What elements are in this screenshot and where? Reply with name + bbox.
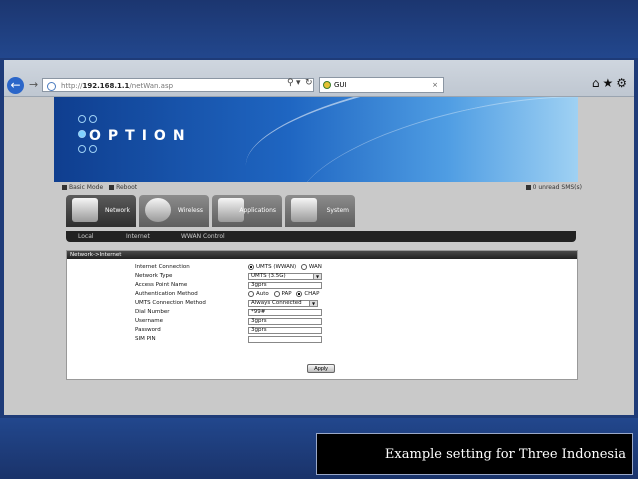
radio-wan[interactable]: [300, 263, 307, 270]
address-bar[interactable]: http://192.168.1.1/netWan.asp: [42, 78, 314, 92]
logo-dot-icon: [78, 130, 86, 138]
radio-chap-label: CHAP: [304, 291, 320, 297]
status-line: Basic Mode Reboot 0 unread SMS(s): [62, 183, 582, 193]
conn-method-label: UMTS Connection Method: [135, 300, 206, 306]
basic-mode-icon: [62, 185, 67, 190]
tab-network-label: Network: [104, 207, 130, 214]
internet-connection-options: UMTS (WWAN) WAN: [248, 263, 322, 272]
conn-method-selected: Always Connected: [251, 300, 302, 306]
sms-icon: [525, 185, 531, 190]
auth-method-row: Authentication Method Auto PAP CHAP: [67, 290, 577, 299]
subnav-item-wwan-control[interactable]: WWAN Control: [181, 231, 225, 242]
conn-method-row: UMTS Connection Method Always Connected …: [67, 299, 577, 308]
apn-row: Access Point Name 3gprs: [67, 281, 577, 290]
apn-input[interactable]: 3gprs: [248, 282, 322, 289]
tab-wireless-label: Wireless: [177, 207, 203, 214]
network-type-row: Network Type UMTS (3.5G) ▼: [67, 272, 577, 281]
radio-pap[interactable]: [273, 290, 280, 297]
dial-number-input[interactable]: *99#: [248, 309, 322, 316]
network-type-select[interactable]: UMTS (3.5G) ▼: [248, 273, 322, 280]
radio-chap[interactable]: [296, 290, 303, 297]
main-nav-tabs: Network Wireless Applications System: [66, 195, 576, 229]
browser-toolbar: ← → http://192.168.1.1/netWan.asp ⚲ ▾ ↻ …: [4, 60, 634, 97]
browser-tab[interactable]: GUI ×: [319, 77, 444, 93]
password-row: Password 3gprs: [67, 326, 577, 335]
sim-pin-row: SIM PIN: [67, 335, 577, 344]
subnav-item-local[interactable]: Local: [78, 231, 94, 242]
logo-dot-icon: [78, 115, 86, 123]
refresh-icon[interactable]: ↻: [305, 78, 313, 88]
password-input[interactable]: 3gprs: [248, 327, 322, 334]
favorites-star-icon[interactable]: ★: [602, 76, 616, 90]
tab-close-icon[interactable]: ×: [432, 78, 438, 93]
conn-method-select[interactable]: Always Connected ▼: [248, 300, 318, 307]
chevron-down-icon: ▼: [309, 301, 317, 306]
radio-pap-label: PAP: [281, 291, 292, 297]
tab-applications-label: Applications: [239, 207, 276, 214]
chevron-down-icon: ▼: [313, 274, 321, 279]
forward-arrow-icon[interactable]: →: [29, 78, 38, 91]
search-icon[interactable]: ⚲: [287, 78, 294, 88]
caption-text: Example setting for Three Indonesia: [384, 446, 626, 462]
radio-auto[interactable]: [248, 290, 254, 297]
internet-settings-panel: Network->Internet Internet Connection UM…: [66, 250, 578, 380]
username-row: Username 3gprs: [67, 317, 577, 326]
network-type-label: Network Type: [135, 273, 173, 279]
tab-favicon-icon: [323, 81, 331, 89]
network-person-icon: [72, 198, 98, 222]
tab-applications[interactable]: Applications: [212, 195, 282, 227]
radio-umts-wwan[interactable]: [248, 263, 254, 270]
logo-dot-icon: [89, 145, 97, 153]
option-banner: OPTION: [54, 97, 578, 182]
apply-button[interactable]: Apply: [307, 364, 335, 373]
radio-umts-wwan-label: UMTS (WWAN): [256, 264, 297, 270]
internet-connection-label: Internet Connection: [135, 264, 190, 270]
basic-mode-link[interactable]: Basic Mode: [69, 184, 103, 191]
router-page: OPTION Basic Mode Reboot 0 unread SMS(s)…: [4, 97, 634, 415]
reboot-icon: [109, 185, 115, 190]
system-person-icon: [291, 198, 317, 222]
tab-title: GUI: [334, 81, 347, 89]
password-label: Password: [135, 327, 161, 333]
auth-method-options: Auto PAP CHAP: [248, 290, 319, 299]
sim-pin-input[interactable]: [248, 336, 322, 343]
dial-number-row: Dial Number *99#: [67, 308, 577, 317]
unread-sms[interactable]: 0 unread SMS(s): [525, 183, 582, 193]
option-logo: OPTION: [89, 128, 192, 144]
internet-connection-row: Internet Connection UMTS (WWAN) WAN: [67, 263, 577, 272]
wireless-router-icon: [145, 198, 171, 222]
radio-wan-label: WAN: [308, 264, 322, 270]
username-label: Username: [135, 318, 164, 324]
sim-pin-label: SIM PIN: [135, 336, 156, 342]
unread-sms-label: 0 unread SMS(s): [532, 184, 582, 191]
sub-nav: Local Internet WWAN Control: [66, 231, 576, 242]
url-host: 192.168.1.1: [82, 82, 130, 90]
slide-caption: Example setting for Three Indonesia: [316, 433, 633, 475]
logo-dot-icon: [78, 145, 86, 153]
home-icon[interactable]: ⌂: [592, 76, 603, 90]
panel-title: Network->Internet: [67, 251, 577, 259]
back-button[interactable]: ←: [7, 77, 24, 94]
tab-system[interactable]: System: [285, 195, 355, 227]
dial-number-label: Dial Number: [135, 309, 170, 315]
url-path: /netWan.asp: [129, 82, 174, 90]
network-type-selected: UMTS (3.5G): [251, 273, 286, 279]
settings-gear-icon[interactable]: ⚙: [616, 76, 630, 90]
username-input[interactable]: 3gprs: [248, 318, 322, 325]
dropdown-icon[interactable]: ▾: [296, 78, 301, 88]
radio-auto-label: Auto: [256, 291, 269, 297]
logo-dot-icon: [89, 115, 97, 123]
screenshot-frame: ← → http://192.168.1.1/netWan.asp ⚲ ▾ ↻ …: [4, 60, 634, 415]
auth-method-label: Authentication Method: [135, 291, 198, 297]
slide-header-background: [0, 0, 638, 58]
tab-network[interactable]: Network: [66, 195, 136, 227]
subnav-item-internet[interactable]: Internet: [126, 231, 150, 242]
browser-tools: ⌂★⚙: [592, 76, 630, 90]
globe-icon: [47, 82, 56, 91]
url-scheme: http://: [61, 82, 83, 90]
tab-system-label: System: [326, 207, 349, 214]
tab-wireless[interactable]: Wireless: [139, 195, 209, 227]
reboot-link[interactable]: Reboot: [116, 184, 137, 191]
apn-label: Access Point Name: [135, 282, 188, 288]
